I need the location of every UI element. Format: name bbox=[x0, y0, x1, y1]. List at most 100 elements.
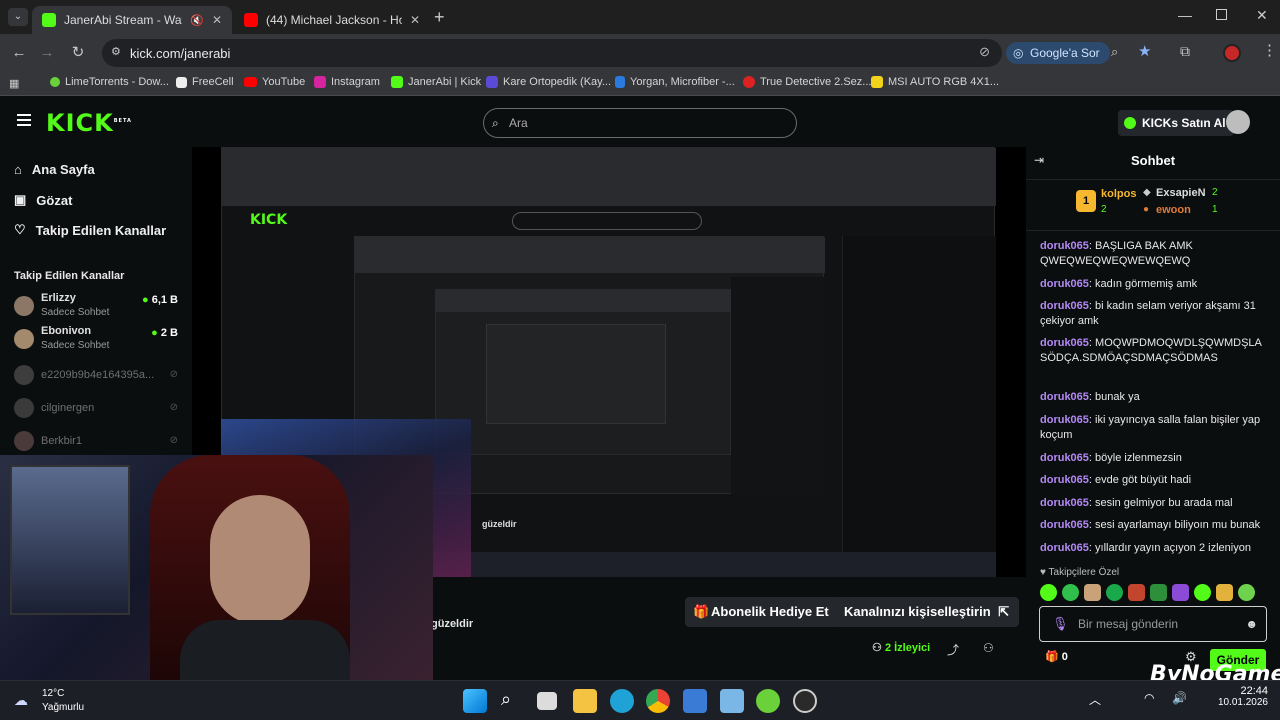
user-avatar[interactable] bbox=[1226, 110, 1250, 134]
chat-username[interactable]: doruk065 bbox=[1040, 300, 1089, 312]
edge-icon[interactable] bbox=[610, 689, 634, 713]
reload-icon[interactable]: ↻ bbox=[67, 42, 89, 64]
clock[interactable]: 22:44 10.01.2026 bbox=[1212, 685, 1268, 708]
windows-start-icon[interactable] bbox=[463, 689, 487, 713]
emote-icon[interactable] bbox=[1084, 584, 1101, 601]
kick-logo[interactable]: KICKBETA bbox=[46, 109, 132, 137]
chat-message-input[interactable]: 🎙 Bir mesaj gönderin ☻ bbox=[1039, 606, 1267, 642]
emoji-icon[interactable]: ☻ bbox=[1245, 607, 1258, 641]
emote-icon[interactable] bbox=[1106, 584, 1123, 601]
chat-username[interactable]: doruk065 bbox=[1040, 474, 1089, 486]
chat-message: doruk065: sesi ayarlamayı biliyoın mu bu… bbox=[1040, 519, 1261, 531]
chat-username[interactable]: doruk065 bbox=[1040, 519, 1089, 531]
network-icon[interactable]: ◠ bbox=[1144, 691, 1154, 705]
apps-grid-icon[interactable]: ▦ bbox=[9, 77, 19, 90]
bookmark-janerabi-kick[interactable]: JanerAbi | Kick bbox=[391, 76, 481, 88]
emote-icon[interactable] bbox=[1062, 584, 1079, 601]
screenshot-tool-icon[interactable] bbox=[720, 689, 744, 713]
site-info-icon[interactable]: ⚙ bbox=[111, 45, 121, 58]
obs-icon[interactable] bbox=[793, 689, 817, 713]
chat-username[interactable]: doruk065 bbox=[1040, 497, 1089, 509]
clock-date: 10.01.2026 bbox=[1217, 697, 1268, 708]
nav-following-label: Takip Edilen Kanallar bbox=[35, 222, 167, 238]
utorrent-icon[interactable] bbox=[756, 689, 780, 713]
channel-erlizzy[interactable]: Erlizzy Sadece Sohbet ● 6,1 B bbox=[14, 292, 184, 322]
task-view-icon[interactable] bbox=[537, 692, 557, 710]
no-tracking-icon[interactable]: ⊘ bbox=[979, 44, 990, 60]
share-icon[interactable]: ⤴ bbox=[947, 641, 959, 658]
restore-icon[interactable] bbox=[1216, 9, 1227, 20]
nested-kick-logo: KICK bbox=[250, 212, 288, 228]
chrome-menu-icon[interactable]: ⋮ bbox=[1262, 41, 1277, 59]
channel-category: Sadece Sohbet bbox=[41, 307, 110, 318]
emote-icon[interactable] bbox=[1194, 584, 1211, 601]
emote-icon[interactable] bbox=[1238, 584, 1255, 601]
emote-icon[interactable] bbox=[1216, 584, 1233, 601]
channel-e2209[interactable]: e2209b9b4e164395a... ⊘ bbox=[14, 361, 184, 391]
limetorrents-icon bbox=[50, 77, 60, 87]
customize-channel-button[interactable]: Kanalınızı kişiselleştirin ⇱ bbox=[834, 597, 1020, 627]
chat-username[interactable]: doruk065 bbox=[1040, 337, 1089, 349]
zoom-icon[interactable]: ⌕ bbox=[1111, 44, 1118, 60]
chat-username[interactable]: doruk065 bbox=[1040, 452, 1089, 464]
user-settings-icon[interactable]: ⚇ bbox=[983, 641, 994, 655]
chrome-icon[interactable] bbox=[646, 689, 670, 713]
close-tab-icon[interactable]: ✕ bbox=[212, 13, 222, 27]
store-icon[interactable] bbox=[683, 689, 707, 713]
chat-username[interactable]: doruk065 bbox=[1040, 391, 1089, 403]
emote-icon[interactable] bbox=[1150, 584, 1167, 601]
emote-icon[interactable] bbox=[1128, 584, 1145, 601]
extensions-icon[interactable]: ⧉ bbox=[1180, 43, 1190, 60]
bookmark-limetorrents[interactable]: LimeTorrents - Dow... bbox=[50, 76, 169, 88]
bookmark-true-detective[interactable]: True Detective 2.Sez... bbox=[743, 76, 871, 88]
forward-icon[interactable]: → bbox=[36, 42, 58, 64]
chat-username[interactable]: doruk065 bbox=[1040, 414, 1089, 426]
minimize-icon[interactable]: — bbox=[1178, 7, 1192, 23]
nav-home[interactable]: ⌂ Ana Sayfa bbox=[14, 162, 95, 177]
nav-following[interactable]: ♡ Takip Edilen Kanallar bbox=[14, 222, 166, 238]
bookmark-youtube[interactable]: YouTube bbox=[244, 76, 305, 88]
back-icon[interactable]: ← bbox=[8, 42, 30, 64]
hamburger-menu-icon[interactable] bbox=[17, 114, 31, 126]
tab-janerabi[interactable]: JanerAbi Stream - Watch Li 🔇 ✕ bbox=[32, 6, 232, 34]
profile-avatar[interactable] bbox=[1223, 44, 1241, 62]
chat-username[interactable]: doruk065 bbox=[1040, 240, 1089, 252]
tab-youtube[interactable]: (44) Michael Jackson - Hollywo ✕ bbox=[234, 6, 430, 34]
channel-name: Erlizzy bbox=[41, 292, 76, 304]
tray-overflow-icon[interactable]: ︿ bbox=[1089, 691, 1101, 708]
bookmark-msi[interactable]: MSI AUTO RGB 4X1... bbox=[871, 76, 999, 88]
channel-ebonivon[interactable]: Ebonivon Sadece Sohbet ● 2 B bbox=[14, 325, 184, 355]
mute-icon[interactable]: 🔇 bbox=[190, 14, 204, 27]
search-input[interactable]: ⌕ Ara bbox=[483, 108, 797, 138]
bookmark-kare-ortopedik[interactable]: Kare Ortopedik (Kay... bbox=[486, 76, 611, 88]
chat-username[interactable]: doruk065 bbox=[1040, 542, 1089, 554]
nav-browse[interactable]: ▣ Gözat bbox=[14, 192, 72, 208]
kick-beta-badge: BETA bbox=[113, 118, 132, 124]
chat-username[interactable]: doruk065 bbox=[1040, 278, 1089, 290]
address-bar[interactable]: ⚙ kick.com/janerabi ⊘ bbox=[102, 39, 1002, 67]
tab-list-dropdown-icon[interactable]: ⌄ bbox=[8, 8, 28, 26]
google-lens-icon: ◎ bbox=[1013, 46, 1024, 60]
bookmark-instagram[interactable]: Instagram bbox=[314, 76, 380, 88]
file-explorer-icon[interactable] bbox=[573, 689, 597, 713]
weather-widget[interactable]: ☁ 12°C Yağmurlu bbox=[14, 686, 114, 716]
browser-toolbar: ← → ↻ ⚙ kick.com/janerabi ⊘ ◎ Google'a S… bbox=[0, 34, 1280, 72]
emote-icon[interactable] bbox=[1172, 584, 1189, 601]
close-tab-icon[interactable]: ✕ bbox=[410, 13, 420, 27]
bookmark-star-icon[interactable]: ★ bbox=[1138, 42, 1151, 60]
buy-kicks-button[interactable]: KICKs Satın Al bbox=[1118, 110, 1234, 136]
volume-icon[interactable]: 🔊 bbox=[1172, 691, 1187, 705]
gift-subscription-button[interactable]: 🎁 Abonelik Hediye Et bbox=[685, 597, 839, 627]
kicks-coin-icon bbox=[1124, 117, 1136, 129]
search-icon[interactable]: ⌕ bbox=[501, 689, 511, 710]
close-window-icon[interactable]: ✕ bbox=[1256, 7, 1268, 24]
channel-cilginergen[interactable]: cilginergen ⊘ bbox=[14, 394, 184, 424]
google-ask-button[interactable]: ◎ Google'a Sor bbox=[1006, 42, 1110, 64]
channel-berkbir1[interactable]: Berkbir1 ⊘ bbox=[14, 427, 184, 457]
new-tab-icon[interactable]: + bbox=[434, 7, 445, 28]
emote-icon[interactable] bbox=[1040, 584, 1057, 601]
bookmark-yorgan[interactable]: Yorgan, Microfiber -... bbox=[615, 76, 735, 88]
webcam-overlay bbox=[0, 455, 433, 680]
bookmark-freecell[interactable]: FreeCell bbox=[176, 76, 234, 88]
points-counter[interactable]: 🎁 0 bbox=[1045, 650, 1068, 663]
